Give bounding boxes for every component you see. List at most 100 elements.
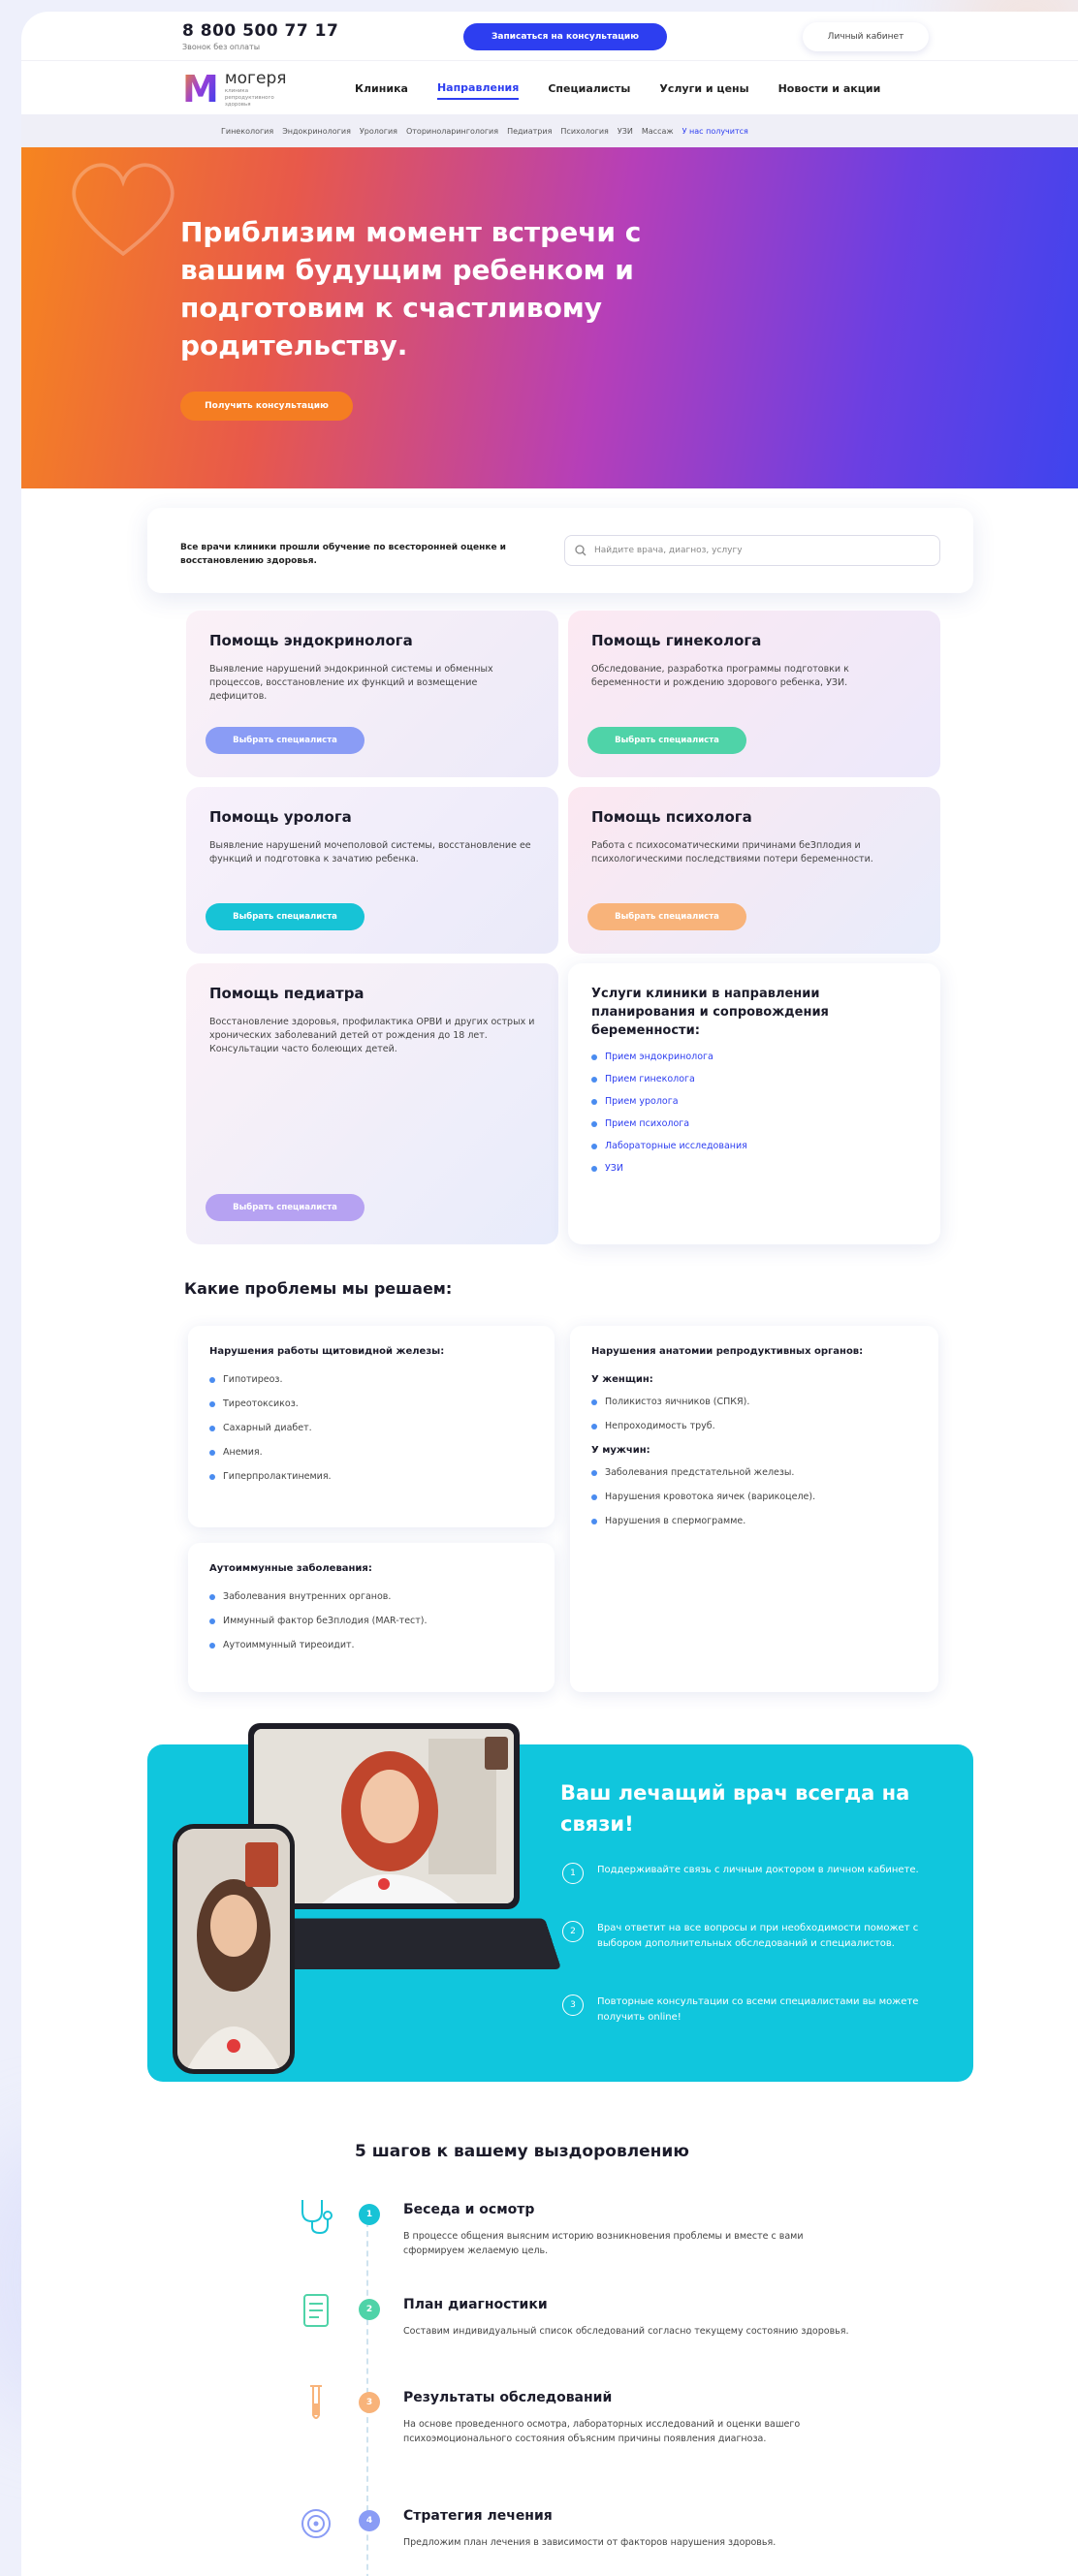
search-panel: Все врачи клиники прошли обучение по все… (147, 508, 973, 593)
subnav-item[interactable]: Массаж (642, 127, 674, 136)
nav-item-specialists[interactable]: Специалисты (548, 79, 630, 99)
bullet-icon (591, 1120, 597, 1127)
bullet-icon (591, 1493, 597, 1500)
step-number: 1 (359, 2204, 380, 2225)
subnav-item[interactable]: Урология (360, 127, 397, 136)
step-number: 3 (359, 2392, 380, 2413)
bullet-icon (591, 1398, 597, 1405)
bullet-icon (209, 1376, 215, 1383)
service-link[interactable]: Прием уролога (591, 1096, 917, 1107)
service-link[interactable]: Прием психолога (591, 1118, 917, 1129)
hero-title: Приблизим момент встречи с вашим будущим… (180, 216, 642, 361)
number-icon: 3 (562, 1995, 584, 2016)
step-text: В процессе общения выясним историю возни… (403, 2231, 804, 2256)
number-icon: 1 (562, 1863, 584, 1884)
card-psychologist: Помощь психолога Работа с психосоматичес… (568, 787, 940, 954)
bullet-icon (209, 1642, 215, 1649)
subnav-item[interactable]: УЗИ (618, 127, 633, 136)
bullet-icon (209, 1425, 215, 1431)
card-pediatrician: Помощь педиатра Восстановление здоровья,… (186, 963, 558, 1244)
choose-specialist-button[interactable]: Выбрать специалиста (587, 727, 746, 754)
keyboard-image (268, 1918, 562, 1969)
main-nav: M могеря клиника репродуктивного здоровь… (21, 60, 1078, 114)
problems-title: Какие проблемы мы решаем: (184, 1279, 453, 1298)
top-bar: 8 800 500 77 17 Звонок без оплаты Записа… (21, 12, 1078, 60)
choose-specialist-button[interactable]: Выбрать специалиста (206, 727, 365, 754)
hero-banner: Приблизим момент встречи с вашим будущим… (21, 147, 1078, 488)
list-item: Иммунный фактор беЗплодия (MAR-тест). (209, 1616, 533, 1626)
banner-item-text: Врач ответит на все вопросы и при необхо… (597, 1923, 919, 1949)
search-placeholder: Найдите врача, диагноз, услугу (594, 546, 743, 555)
bullet-icon (591, 1076, 597, 1083)
services-list: Прием эндокринолога Прием гинеколога При… (591, 1052, 917, 1174)
cabinet-button[interactable]: Личный кабинет (803, 22, 929, 51)
services-title: Услуги клиники в направлении планировани… (591, 987, 829, 1038)
card-title: Помощь психолога (591, 808, 752, 826)
nav-item-clinic[interactable]: Клиника (355, 79, 408, 99)
banner-item: 3 Повторные консультации со всеми специа… (562, 1995, 950, 2026)
service-link[interactable]: Лабораторные исследования (591, 1141, 917, 1151)
nav-links: Клиника Направления Специалисты Услуги и… (355, 61, 909, 115)
card-endocrinologist: Помощь эндокринолога Выявление нарушений… (186, 611, 558, 777)
card-title: Помощь уролога (209, 808, 352, 826)
choose-specialist-button[interactable]: Выбрать специалиста (206, 1194, 365, 1221)
bullet-icon (591, 1098, 597, 1105)
phone-note: Звонок без оплаты (182, 43, 261, 51)
stethoscope-icon (301, 2200, 333, 2235)
subnav-item[interactable]: Гинекология (221, 127, 273, 136)
card-text: Работа с психосоматическими причинами бе… (591, 840, 873, 864)
choose-specialist-button[interactable]: Выбрать специалиста (206, 903, 365, 930)
logo-name: могеря (224, 69, 287, 88)
autoimmune-title: Аутоиммунные заболевания: (209, 1563, 372, 1574)
banner-item-text: Повторные консультации со всеми специали… (597, 1996, 919, 2023)
anatomy-title: Нарушения анатомии репродуктивных органо… (591, 1346, 864, 1357)
bullet-icon (591, 1053, 597, 1060)
subnav-item[interactable]: Психология (560, 127, 608, 136)
bullet-icon (591, 1518, 597, 1524)
step-number: 4 (359, 2510, 380, 2531)
list-item: Поликистоз яичников (СПКЯ). (591, 1397, 917, 1407)
page: 8 800 500 77 17 Звонок без оплаты Записа… (21, 12, 1078, 2576)
card-title: Помощь педиатра (209, 985, 365, 1002)
hero-consult-button[interactable]: Получить консультацию (180, 392, 353, 421)
step-title: Беседа и осмотр (403, 2202, 535, 2217)
subnav-item[interactable]: Эндокринология (282, 127, 351, 136)
list-item: Гипотиреоз. (209, 1374, 533, 1385)
anatomy-card: Нарушения анатомии репродуктивных органо… (570, 1326, 938, 1692)
list-item: Заболевания предстательной железы. (591, 1467, 917, 1478)
step-title: План диагностики (403, 2297, 548, 2312)
choose-specialist-button[interactable]: Выбрать специалиста (587, 903, 746, 930)
list-item: Непроходимость труб. (591, 1421, 917, 1431)
phone-number[interactable]: 8 800 500 77 17 (182, 21, 338, 41)
service-link[interactable]: УЗИ (591, 1163, 917, 1174)
nav-item-news[interactable]: Новости и акции (778, 79, 881, 99)
service-link[interactable]: Прием гинеколога (591, 1074, 917, 1084)
list-item: Тиреотоксикоз. (209, 1398, 533, 1409)
card-text: Выявление нарушений мочеполовой системы,… (209, 840, 531, 864)
logo-mark: M (182, 67, 219, 110)
subnav-item[interactable]: Педиатрия (507, 127, 552, 136)
nav-item-services[interactable]: Услуги и цены (659, 79, 748, 99)
subnav-item-highlight[interactable]: У нас получится (682, 127, 748, 136)
logo-tagline: клиника репродуктивного здоровья (224, 88, 274, 108)
steps-title: 5 шагов к вашему выздоровлению (355, 2142, 689, 2161)
consult-button[interactable]: Записаться на консультацию (463, 23, 667, 50)
list-item: Аутоиммунный тиреоидит. (209, 1640, 533, 1650)
service-link[interactable]: Прием эндокринолога (591, 1052, 917, 1062)
list-item: Нарушения кровотока яичек (варикоцеле). (591, 1492, 917, 1502)
card-text: Восстановление здоровья, профилактика ОР… (209, 1017, 535, 1054)
nav-item-directions[interactable]: Направления (436, 78, 520, 100)
logo[interactable]: M могеря клиника репродуктивного здоровь… (182, 69, 293, 109)
banner-item-text: Поддерживайте связь с личным доктором в … (597, 1865, 919, 1875)
search-input[interactable]: Найдите врача, диагноз, услугу (564, 535, 940, 566)
thyroid-title: Нарушения работы щитовидной железы: (209, 1346, 445, 1357)
subnav-item[interactable]: Оториноларингология (406, 127, 498, 136)
step-title: Стратегия лечения (403, 2508, 553, 2524)
step-text: Составим индивидуальный список обследова… (403, 2326, 849, 2337)
sub-nav: Гинекология Эндокринология Урология Отор… (21, 114, 1078, 147)
services-card: Услуги клиники в направлении планировани… (568, 963, 940, 1244)
bullet-icon (591, 1143, 597, 1149)
test-tube-icon (310, 2385, 322, 2419)
search-icon (575, 545, 587, 556)
list-item: Заболевания внутренних органов. (209, 1591, 533, 1602)
